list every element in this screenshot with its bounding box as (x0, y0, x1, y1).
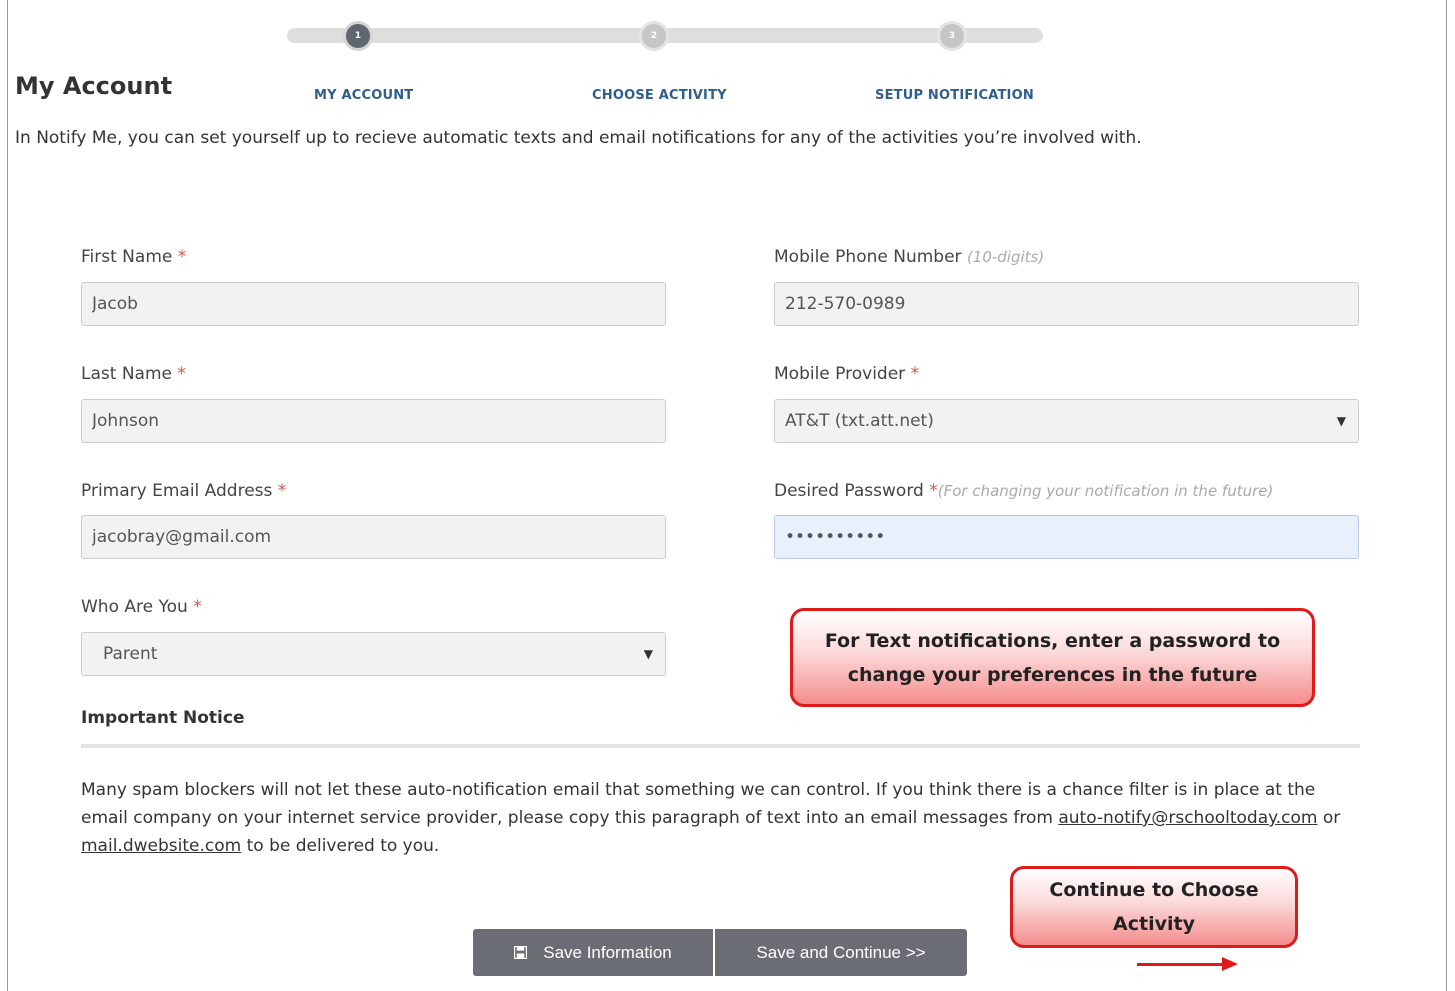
required-marker: * (177, 247, 187, 267)
floppy-disk-icon (514, 946, 528, 959)
step-1-label[interactable]: MY ACCOUNT (314, 88, 413, 103)
last-name-label: Last Name * (81, 364, 186, 384)
password-input[interactable]: •••••••••• (774, 515, 1359, 559)
notice-divider (81, 744, 1360, 748)
required-marker: * (929, 481, 938, 501)
arrow-head-icon (1222, 957, 1238, 971)
intro-text: In Notify Me, you can set yourself up to… (15, 128, 1142, 148)
dwebsite-link[interactable]: mail.dwebsite.com (81, 836, 241, 856)
required-marker: * (910, 364, 920, 384)
auto-notify-email-link[interactable]: auto-notify@rschooltoday.com (1058, 808, 1317, 828)
last-name-input[interactable] (81, 399, 666, 443)
save-information-button[interactable]: Save Information (473, 929, 713, 976)
provider-select[interactable]: AT&T (txt.att.net) ▼ (774, 399, 1359, 443)
step-2-label[interactable]: CHOOSE ACTIVITY (592, 88, 727, 103)
arrow-right-icon (1137, 963, 1223, 966)
page-title: My Account (15, 72, 173, 100)
phone-hint: (10-digits) (966, 248, 1045, 266)
required-marker: * (177, 364, 186, 384)
required-marker: * (277, 481, 287, 501)
step-2-indicator[interactable]: 2 (639, 21, 669, 51)
continue-tip-callout: Continue to Choose Activity (1010, 866, 1298, 948)
first-name-label: First Name * (81, 247, 187, 267)
caret-down-icon: ▼ (1336, 414, 1346, 428)
password-label: Desired Password *(For changing your not… (774, 481, 1274, 501)
password-hint: (For changing your notification in the f… (937, 482, 1274, 500)
provider-label: Mobile Provider * (774, 364, 920, 384)
save-and-continue-label: Save and Continue >> (756, 942, 926, 962)
step-3-indicator[interactable]: 3 (937, 21, 967, 51)
save-and-continue-button[interactable]: Save and Continue >> (715, 929, 967, 976)
email-label: Primary Email Address * (81, 481, 287, 501)
caret-down-icon: ▼ (643, 647, 653, 661)
step-2-number: 2 (650, 31, 658, 41)
step-3-label[interactable]: SETUP NOTIFICATION (875, 88, 1034, 103)
notice-title: Important Notice (81, 708, 245, 728)
phone-input[interactable] (774, 282, 1359, 326)
save-information-label: Save Information (543, 942, 672, 962)
who-are-you-value: Parent (103, 644, 158, 664)
provider-value: AT&T (txt.att.net) (785, 411, 934, 431)
phone-label: Mobile Phone Number (10-digits) (774, 247, 1045, 267)
who-are-you-label: Who Are You * (81, 597, 202, 617)
first-name-input[interactable] (81, 282, 666, 326)
step-1-number: 1 (354, 31, 362, 41)
step-1-indicator[interactable]: 1 (343, 21, 373, 51)
password-tip-callout: For Text notifications, enter a password… (790, 608, 1315, 707)
required-marker: * (193, 597, 202, 617)
who-are-you-select[interactable]: Parent ▼ (81, 632, 666, 676)
notice-text: Many spam blockers will not let these au… (81, 780, 1341, 856)
email-input[interactable] (81, 515, 666, 559)
step-3-number: 3 (948, 31, 956, 41)
